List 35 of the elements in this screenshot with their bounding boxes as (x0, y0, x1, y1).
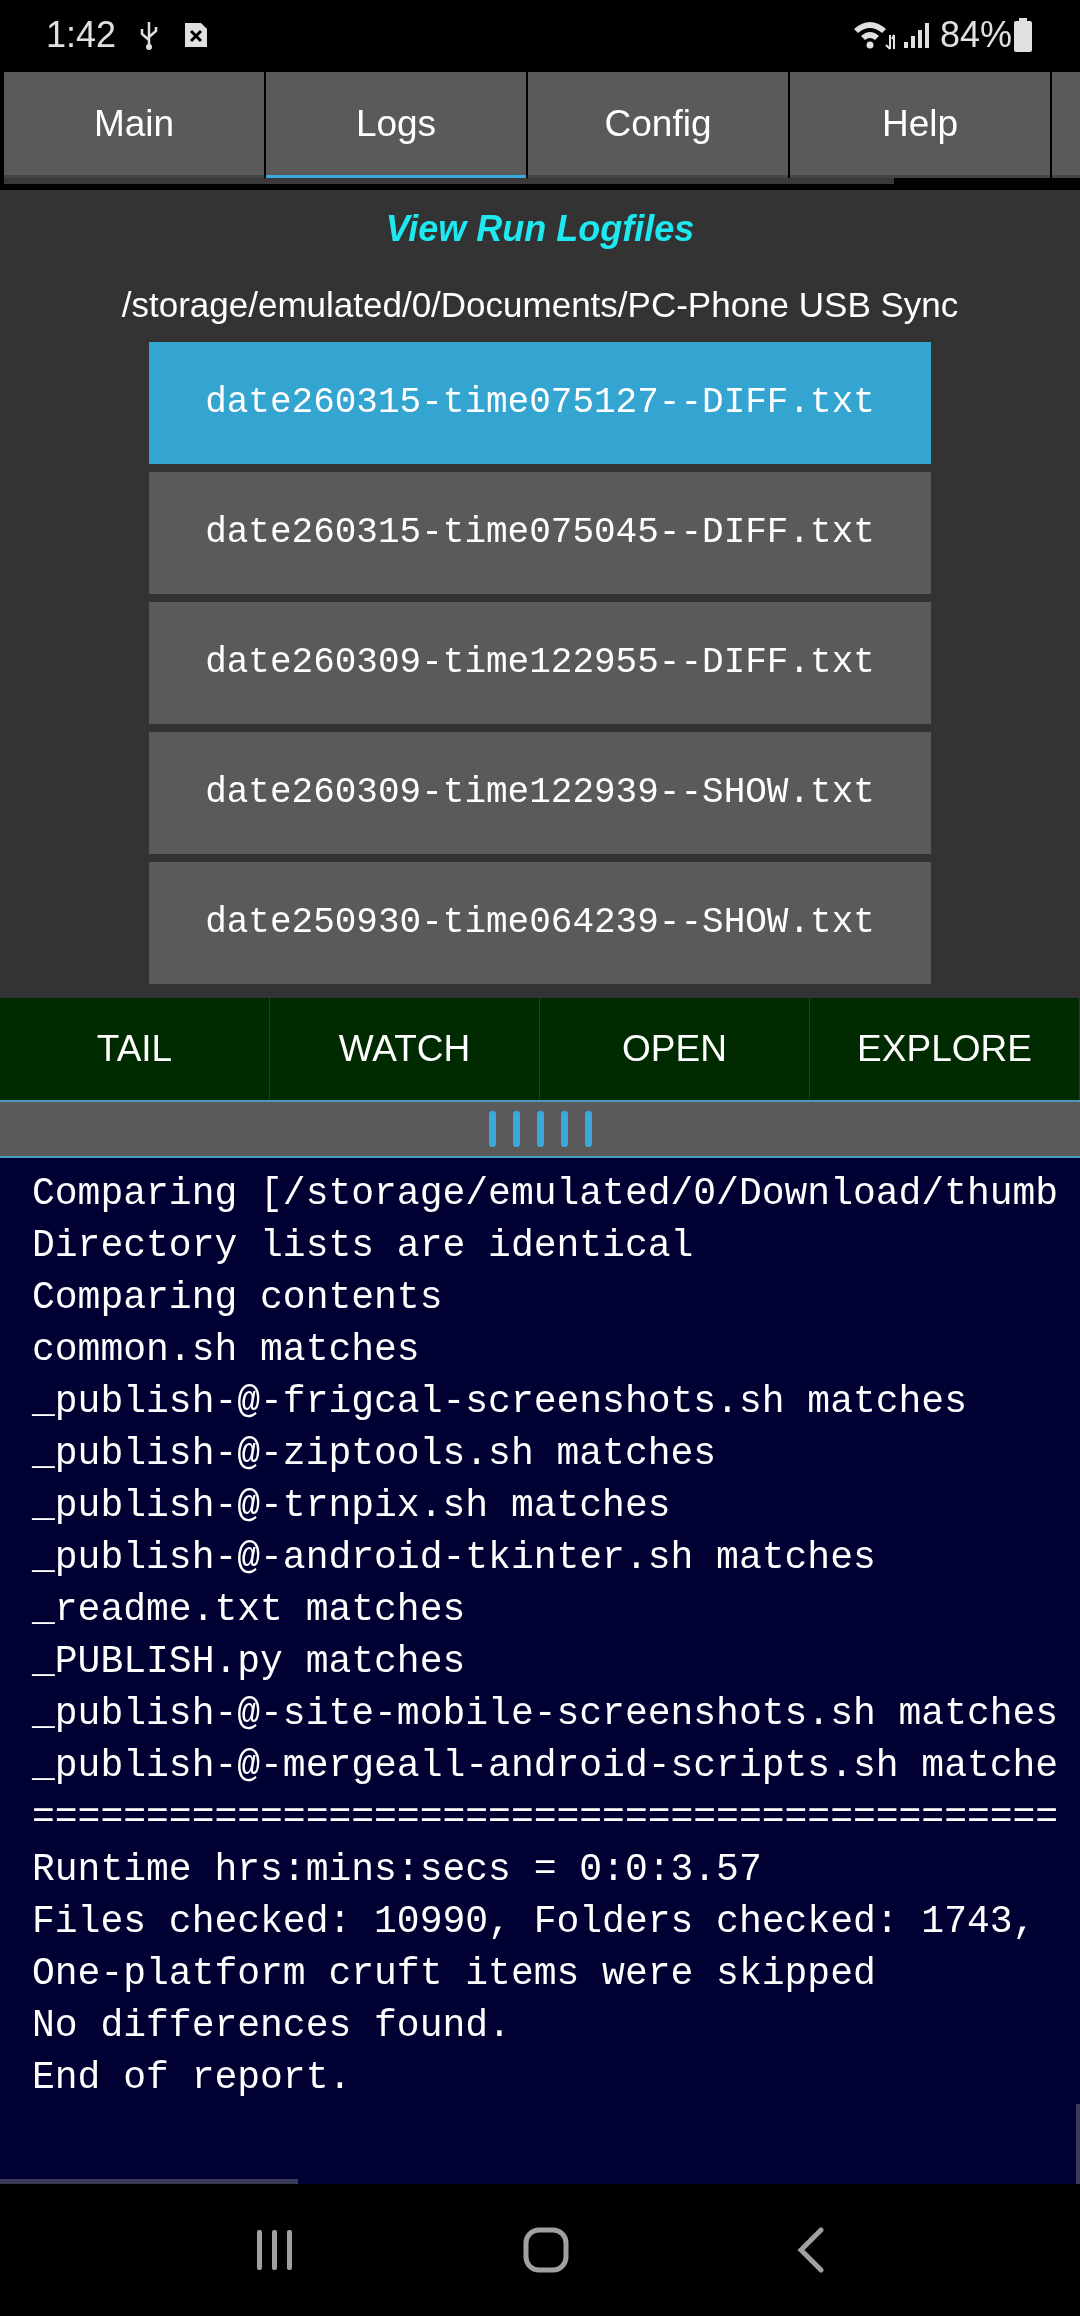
home-icon[interactable] (523, 2227, 569, 2273)
file-item[interactable]: date250930-time064239--SHOW.txt (149, 862, 931, 984)
back-icon[interactable] (796, 2227, 827, 2273)
battery-percent: 84% (939, 13, 1012, 57)
folder-path: /storage/emulated/0/Documents/PC-Phone USB Sync (121, 284, 959, 326)
file-item[interactable]: date260315-time075045--DIFF.txt (149, 472, 931, 594)
file-item[interactable]: date260309-time122955--DIFF.txt (149, 602, 931, 724)
console-line: Files checked: 10990, Folders checked: 1743, (32, 1899, 1036, 1945)
tab[interactable]: Logs (266, 72, 526, 178)
console-line: Comparing [/storage/emulated/0/Download/thumb (32, 1171, 1059, 1217)
console-line: Runtime hrs:mins:secs = 0:0:3.57 (32, 1847, 762, 1893)
console-line: _publish-@-android-tkinter.sh matches (32, 1535, 876, 1581)
file-item[interactable]: date260309-time122939--SHOW.txt (149, 732, 931, 854)
console-line: End of report. (32, 2055, 352, 2101)
console-line: _readme.txt matches (32, 1587, 466, 1633)
console-line: _PUBLISH.py matches (32, 1639, 466, 1685)
battery-icon (1012, 17, 1034, 53)
tab[interactable]: Config (528, 72, 788, 178)
console-line: ============================================= (32, 1795, 1059, 1841)
tab[interactable]: Main (4, 72, 264, 178)
console-line: _publish-@-trnpix.sh matches (32, 1483, 671, 1529)
console-line: One-platform cruft items were skipped (32, 1951, 876, 1997)
console-line: _publish-@-frigcal-screenshots.sh matches (32, 1379, 967, 1425)
signal-icon (901, 20, 932, 50)
console-line: No differences found. (32, 2003, 511, 2049)
section-title: View Run Logfiles (385, 207, 695, 251)
console-line: Directory lists are identical (32, 1223, 694, 1269)
tab[interactable]: Help (790, 72, 1050, 178)
console-line: _publish-@-ziptools.sh matches (32, 1431, 717, 1477)
console-line: common.sh matches (32, 1327, 420, 1373)
console-line: _publish-@-site-mobile-screenshots.sh matches (32, 1691, 1059, 1737)
console-line: Comparing contents (32, 1275, 443, 1321)
clock: 1:42 (46, 13, 117, 57)
resize-handle[interactable] (0, 1102, 1080, 1158)
console-line: _publish-@-mergeall-android-scripts.sh matche (32, 1743, 1059, 1789)
